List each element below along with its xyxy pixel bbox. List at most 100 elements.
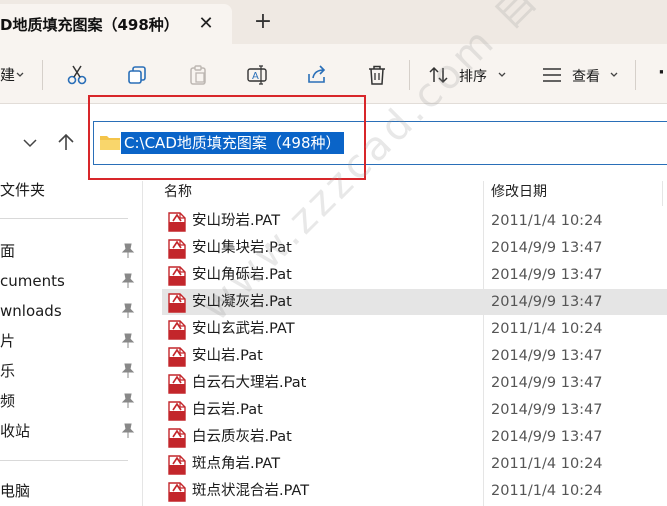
file-date-modified: 2014/9/9 13:47 [491, 429, 603, 445]
file-name: 安山集块岩.Pat [192, 240, 292, 256]
sidebar-item-videos[interactable]: 频 [0, 388, 142, 414]
table-row[interactable]: 白云石大理岩.Pat 2014/9/9 13:47 [162, 370, 667, 396]
column-header-name[interactable]: 名称 [164, 181, 192, 203]
sidebar-item-pictures[interactable]: 片 [0, 328, 142, 354]
pin-icon[interactable] [121, 243, 135, 259]
file-name: 安山凝灰岩.Pat [192, 294, 292, 310]
svg-text:A: A [252, 71, 259, 82]
pin-icon[interactable] [121, 303, 135, 319]
table-row[interactable]: 安山岩.Pat 2014/9/9 13:47 [162, 343, 667, 369]
pat-file-icon [168, 374, 186, 394]
file-date-modified: 2011/1/4 10:24 [491, 213, 603, 229]
pin-icon[interactable] [121, 423, 135, 439]
pat-file-icon [168, 401, 186, 421]
sidebar-divider [0, 218, 128, 219]
sidebar-item-folders[interactable]: 文件夹 [0, 177, 142, 203]
file-date-modified: 2014/9/9 13:47 [491, 240, 603, 256]
pane-divider [142, 181, 143, 506]
chevron-down-icon[interactable] [497, 70, 507, 80]
pat-file-icon [168, 266, 186, 286]
sidebar-item-label: 面 [0, 242, 16, 260]
sidebar-item-label: wnloads [0, 302, 62, 320]
table-row[interactable]: 安山玄武岩.PAT 2011/1/4 10:24 [162, 316, 667, 342]
file-list: 名称 修改日期 安山玢岩.PAT 2011/1/4 10:24 安山集块岩.Pat 2… [142, 181, 667, 506]
pin-icon[interactable] [121, 333, 135, 349]
highlight-annotation-box [88, 95, 366, 180]
file-name: 安山角砾岩.Pat [192, 267, 292, 283]
new-button[interactable]: 建 [0, 64, 15, 85]
column-header-date-modified[interactable]: 修改日期 [491, 181, 547, 203]
file-name: 斑点角岩.PAT [192, 456, 281, 472]
toolbar-divider [42, 60, 43, 90]
sidebar-item-downloads[interactable]: wnloads [0, 298, 142, 324]
sidebar-item-label: 片 [0, 332, 16, 350]
sidebar-item-label: 频 [0, 392, 16, 410]
file-name: 安山岩.Pat [192, 348, 263, 364]
pin-icon[interactable] [121, 273, 135, 289]
table-row[interactable]: 安山凝灰岩.Pat 2014/9/9 13:47 [162, 289, 667, 315]
tab-title: D地质填充图案（498种） [0, 16, 179, 34]
chevron-down-icon[interactable] [15, 70, 25, 80]
pat-file-icon [168, 428, 186, 448]
toolbar-divider [635, 60, 636, 90]
sort-button[interactable]: 排序 [459, 66, 487, 86]
tab-cad-folder[interactable]: D地质填充图案（498种） ✕ [0, 4, 232, 44]
sidebar-item-label: cuments [0, 272, 65, 290]
delete-icon[interactable] [366, 64, 388, 86]
sort-icon[interactable] [428, 64, 450, 86]
file-date-modified: 2011/1/4 10:24 [491, 483, 603, 499]
tab-strip: D地质填充图案（498种） ✕ + [0, 0, 667, 44]
share-icon[interactable] [306, 64, 328, 86]
file-name: 白云石大理岩.Pat [192, 375, 307, 391]
chevron-down-icon[interactable] [22, 135, 38, 151]
paste-icon[interactable] [187, 64, 209, 86]
pat-file-icon [168, 212, 186, 232]
copy-icon[interactable] [126, 64, 148, 86]
chevron-down-icon[interactable] [609, 70, 619, 80]
pin-icon[interactable] [121, 393, 135, 409]
more-options-button[interactable]: · [658, 62, 665, 83]
sidebar-item-desktop[interactable]: 面 [0, 238, 142, 264]
file-date-modified: 2011/1/4 10:24 [491, 321, 603, 337]
file-name: 安山玄武岩.PAT [192, 321, 295, 337]
rename-icon[interactable]: A [246, 64, 268, 86]
sidebar-item-music[interactable]: 乐 [0, 358, 142, 384]
file-name: 斑点状混合岩.PAT [192, 483, 310, 499]
file-date-modified: 2014/9/9 13:47 [491, 294, 603, 310]
close-icon[interactable]: ✕ [196, 14, 216, 34]
sidebar-item-recycle-bin[interactable]: 收站 [0, 418, 142, 444]
table-row[interactable]: 白云质灰岩.Pat 2014/9/9 13:47 [162, 424, 667, 450]
plus-icon[interactable]: + [252, 11, 274, 34]
cut-icon[interactable] [66, 64, 88, 86]
view-button[interactable]: 查看 [572, 66, 600, 86]
table-row[interactable]: 白云岩.Pat 2014/9/9 13:47 [162, 397, 667, 423]
navigation-pane: 文件夹 面 cuments wnloads 片 乐 频 收站 电脑 [0, 181, 142, 506]
table-row[interactable]: 斑点角岩.PAT 2011/1/4 10:24 [162, 451, 667, 477]
table-row[interactable]: 安山角砾岩.Pat 2014/9/9 13:47 [162, 262, 667, 288]
pat-file-icon [168, 239, 186, 259]
pat-file-icon [168, 320, 186, 340]
file-date-modified: 2014/9/9 13:47 [491, 375, 603, 391]
column-divider[interactable] [662, 181, 663, 206]
file-date-modified: 2011/1/4 10:24 [491, 456, 603, 472]
pat-file-icon [168, 482, 186, 502]
table-row[interactable]: 斑点状混合岩.PAT 2011/1/4 10:24 [162, 478, 667, 504]
file-name: 白云岩.Pat [192, 402, 263, 418]
table-row[interactable]: 安山玢岩.PAT 2011/1/4 10:24 [162, 208, 667, 234]
sidebar-divider [0, 460, 128, 461]
toolbar-divider [409, 60, 410, 90]
sidebar-item-this-pc[interactable]: 电脑 [0, 478, 142, 504]
pat-file-icon [168, 347, 186, 367]
file-name: 安山玢岩.PAT [192, 213, 281, 229]
file-date-modified: 2014/9/9 13:47 [491, 267, 603, 283]
file-date-modified: 2014/9/9 13:47 [491, 348, 603, 364]
sidebar-item-label: 乐 [0, 362, 16, 380]
sidebar-item-label: 收站 [0, 422, 31, 440]
arrow-up-icon[interactable] [56, 132, 76, 152]
pin-icon[interactable] [121, 363, 135, 379]
file-date-modified: 2014/9/9 13:47 [491, 402, 603, 418]
view-icon[interactable] [541, 64, 563, 86]
table-row[interactable]: 安山集块岩.Pat 2014/9/9 13:47 [162, 235, 667, 261]
pat-file-icon [168, 293, 186, 313]
sidebar-item-documents[interactable]: cuments [0, 268, 142, 294]
